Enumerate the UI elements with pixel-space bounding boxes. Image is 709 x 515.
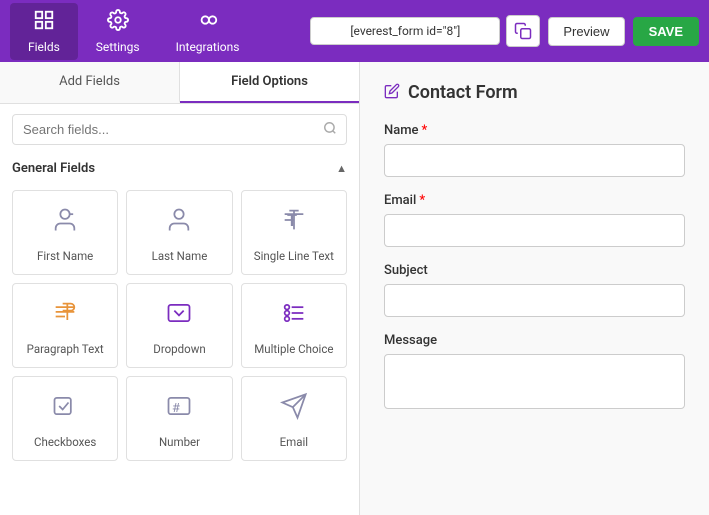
field-item-multiple-choice[interactable]: Multiple Choice [241,283,347,368]
preview-button[interactable]: Preview [548,17,624,46]
svg-text:T: T [287,211,297,230]
dropdown-label: Dropdown [153,342,205,356]
first-name-label: First Name [37,249,93,263]
form-title: Contact Form [408,82,518,103]
integrations-icon [197,9,219,36]
email-label: Email [280,435,308,449]
field-item-paragraph[interactable]: Paragraph Text [12,283,118,368]
subject-input[interactable] [384,284,685,317]
form-title-row: Contact Form [384,82,685,103]
search-wrap [0,104,359,155]
paragraph-label: Paragraph Text [27,342,104,356]
form-field-subject: Subject [384,263,685,317]
form-field-email: Email * [384,193,685,247]
svg-text:#: # [172,401,180,416]
email-field-label: Email * [384,193,685,208]
nav-settings-label: Settings [96,40,140,54]
section-chevron-icon: ▲ [336,162,347,175]
section-label: General Fields [12,161,95,176]
fields-icon [33,9,55,36]
multiple-choice-icon [280,299,308,334]
number-label: Number [159,435,200,449]
nav-item-fields[interactable]: Fields [10,3,78,60]
right-panel: Contact Form Name * Email * Subject Me [360,62,709,515]
field-item-email[interactable]: Email [241,376,347,461]
checkboxes-label: Checkboxes [34,435,96,449]
search-icon [323,121,337,139]
nav-item-settings[interactable]: Settings [78,3,158,60]
form-field-message: Message [384,333,685,413]
tab-field-options[interactable]: Field Options [180,62,359,103]
nav-item-integrations[interactable]: Integrations [158,3,258,60]
last-name-label: Last Name [152,249,208,263]
email-input[interactable] [384,214,685,247]
number-icon: # [165,392,193,427]
name-label: Name * [384,123,685,138]
main-layout: Add Fields Field Options General Fields … [0,62,709,515]
save-button[interactable]: SAVE [633,17,699,46]
search-input[interactable] [12,114,347,145]
tab-bar: Add Fields Field Options [0,62,359,104]
checkboxes-icon [51,392,79,427]
email-icon [280,392,308,427]
field-item-dropdown[interactable]: Dropdown [126,283,232,368]
field-item-first-name[interactable]: First Name [12,190,118,275]
name-input[interactable] [384,144,685,177]
copy-shortcode-button[interactable] [506,15,540,47]
nav-integrations-label: Integrations [176,40,240,54]
dropdown-icon [165,299,193,334]
paragraph-icon [51,299,79,334]
field-item-number[interactable]: # Number [126,376,232,461]
message-textarea[interactable] [384,354,685,409]
form-field-name: Name * [384,123,685,177]
email-required-star: * [419,193,425,208]
shortcode-display: [everest_form id="8"] [310,17,500,45]
subject-label: Subject [384,263,685,278]
field-grid: First Name Last Name T [0,182,359,469]
settings-icon [107,9,129,36]
last-name-icon [165,206,193,241]
field-item-single-line[interactable]: T Single Line Text [241,190,347,275]
message-label: Message [384,333,685,348]
tab-add-fields[interactable]: Add Fields [0,62,180,103]
nav-fields-label: Fields [28,40,60,54]
edit-icon [384,83,400,103]
section-header: General Fields ▲ [0,155,359,182]
single-line-icon: T [280,206,308,241]
top-nav: Fields Settings Integrations [everest_fo… [0,0,709,62]
first-name-icon [51,206,79,241]
left-panel: Add Fields Field Options General Fields … [0,62,360,515]
field-item-last-name[interactable]: Last Name [126,190,232,275]
multiple-choice-label: Multiple Choice [254,342,333,356]
name-required-star: * [422,123,428,138]
single-line-label: Single Line Text [254,249,334,263]
field-item-checkboxes[interactable]: Checkboxes [12,376,118,461]
